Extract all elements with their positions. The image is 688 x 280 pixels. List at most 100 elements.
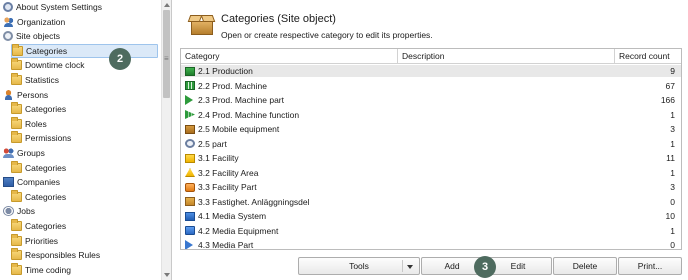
tree-item-label: Categories bbox=[25, 104, 67, 115]
category-name-cell: 2.1 Production bbox=[198, 66, 253, 76]
record-count-cell: 1 bbox=[670, 225, 675, 236]
category-name-cell: 2.5 part bbox=[198, 138, 227, 149]
chevron-down-icon[interactable] bbox=[407, 265, 413, 269]
step-badge-3: 3 bbox=[474, 256, 496, 278]
tree-item-label: Companies bbox=[17, 177, 60, 188]
category-name-cell: 2.2 Prod. Machine bbox=[198, 80, 267, 91]
groups-icon bbox=[3, 148, 14, 158]
tree-item[interactable]: About System Settings bbox=[3, 0, 102, 14]
users-icon bbox=[3, 16, 14, 27]
tree-item[interactable]: Categories bbox=[11, 102, 66, 116]
gear-icon bbox=[3, 2, 13, 12]
tools-dropdown-button[interactable]: Tools bbox=[298, 257, 420, 275]
folder-icon bbox=[11, 219, 22, 231]
tree-item-label: Permissions bbox=[25, 133, 72, 144]
record-count-cell: 1 bbox=[670, 138, 675, 149]
tree-item-label: Responsibles Rules bbox=[25, 250, 101, 261]
record-count-cell: 0 bbox=[670, 240, 675, 250]
panel-splitter[interactable] bbox=[163, 0, 171, 280]
table-row[interactable]: 4.2 Media Equipment 1 bbox=[181, 225, 681, 237]
anlaggningsdel-icon bbox=[185, 197, 195, 206]
table-row[interactable]: 2.5 part 1 bbox=[181, 138, 681, 150]
folder-icon bbox=[11, 248, 22, 261]
tree-item[interactable]: Groups bbox=[3, 146, 45, 160]
category-name-cell: 3.2 Facility Area bbox=[198, 167, 259, 178]
folder-icon bbox=[11, 73, 22, 85]
media-part-icon bbox=[185, 240, 193, 249]
table-row[interactable]: 2.3 Prod. Machine part 166 bbox=[181, 94, 681, 106]
category-name-cell: 2.4 Prod. Machine function bbox=[198, 109, 300, 120]
tree-item-label: Downtime clock bbox=[25, 60, 85, 71]
folder-icon bbox=[11, 116, 22, 129]
tree-item-label: Categories bbox=[26, 45, 68, 56]
tree-item[interactable]: Roles bbox=[11, 116, 47, 131]
folder-icon bbox=[11, 233, 22, 246]
persons-icon bbox=[3, 89, 14, 100]
table-row[interactable]: 4.1 Media System 10 bbox=[181, 210, 681, 222]
tree-item[interactable]: Statistics bbox=[11, 73, 59, 87]
navigation-tree: About System Settings Organization Site ob… bbox=[0, 0, 172, 280]
category-name-cell: 4.2 Media Equipment bbox=[198, 225, 279, 236]
table-row[interactable]: 2.5 Mobile equipment 3 bbox=[181, 123, 681, 135]
main-content: Categories (Site object) Open or create … bbox=[173, 0, 688, 280]
column-header-record-count[interactable]: Record count bbox=[615, 49, 681, 64]
tree-item[interactable]: Responsibles Rules bbox=[11, 248, 100, 262]
tree-item-label: About System Settings bbox=[16, 2, 102, 12]
tree-item-label: Roles bbox=[25, 118, 47, 129]
tree-item-label: Statistics bbox=[25, 75, 60, 85]
tree-item-label: Groups bbox=[17, 148, 45, 158]
folder-icon bbox=[11, 189, 22, 202]
category-name-cell: 3.3 Fastighet. Anläggningsdel bbox=[198, 196, 310, 207]
table-row[interactable]: 3.2 Facility Area 1 bbox=[181, 167, 681, 179]
table-row[interactable]: 2.4 Prod. Machine function 1 bbox=[181, 109, 681, 121]
tree-item[interactable]: Organization bbox=[3, 15, 65, 29]
page-description: Open or create respective category to ed… bbox=[221, 30, 433, 40]
category-name-cell: 4.3 Media Part bbox=[198, 240, 254, 250]
media-equipment-icon bbox=[185, 226, 195, 235]
tree-item[interactable]: Permissions bbox=[11, 131, 71, 145]
tree-item[interactable]: Categories bbox=[11, 189, 67, 204]
tree-item-label: Jobs bbox=[17, 206, 35, 217]
tree-item[interactable]: Downtime clock bbox=[11, 58, 85, 72]
delete-button[interactable]: Delete bbox=[553, 257, 617, 275]
tree-item[interactable]: Categories bbox=[11, 43, 158, 58]
box-icon bbox=[187, 12, 216, 36]
categories-grid: Category Description Record count 2.1 Pr… bbox=[180, 48, 682, 250]
tree-item[interactable]: Site objects bbox=[3, 29, 60, 43]
record-count-cell: 3 bbox=[670, 182, 675, 192]
tree-item[interactable]: Persons bbox=[3, 88, 48, 102]
production-icon bbox=[185, 66, 195, 76]
media-system-icon bbox=[185, 211, 195, 221]
tree-item[interactable]: Priorities bbox=[11, 233, 58, 248]
column-header-category[interactable]: Category bbox=[181, 49, 398, 64]
category-name-cell: 3.3 Facility Part bbox=[198, 182, 257, 192]
table-row[interactable]: 4.3 Media Part 0 bbox=[181, 239, 681, 250]
tree-item[interactable]: Jobs bbox=[3, 204, 35, 218]
tree-item[interactable]: Categories bbox=[11, 160, 67, 175]
record-count-cell: 10 bbox=[665, 211, 675, 221]
record-count-cell: 166 bbox=[660, 95, 675, 105]
tree-item-label: Organization bbox=[17, 16, 66, 27]
table-row[interactable]: 3.3 Facility Part 3 bbox=[181, 181, 681, 193]
splitter-grip-icon: ≡ bbox=[164, 54, 169, 63]
tools-button-label: Tools bbox=[349, 261, 369, 271]
tree-item-label: Categories bbox=[25, 162, 67, 173]
tree-item[interactable]: Categories bbox=[11, 219, 66, 233]
table-row[interactable]: 2.2 Prod. Machine 67 bbox=[181, 80, 681, 92]
table-row[interactable]: 2.1 Production 9 bbox=[181, 65, 681, 77]
tree-item[interactable]: Time coding bbox=[11, 262, 71, 277]
tree-item[interactable]: Companies bbox=[3, 175, 60, 189]
tree-item-label: Categories bbox=[25, 221, 67, 231]
tree-item-label: Categories bbox=[25, 191, 67, 202]
folder-icon bbox=[12, 43, 23, 56]
magnet-icon bbox=[3, 31, 13, 42]
folder-icon bbox=[11, 102, 22, 115]
print-button[interactable]: Print... bbox=[618, 257, 682, 275]
table-row[interactable]: 3.3 Fastighet. Anläggningsdel 0 bbox=[181, 196, 681, 208]
facility-part-icon bbox=[185, 182, 195, 192]
step-badge-2: 2 bbox=[109, 48, 131, 70]
tree-items: About System Settings Organization Site ob… bbox=[0, 0, 160, 280]
facility-area-icon bbox=[185, 168, 195, 177]
table-row[interactable]: 3.1 Facility 11 bbox=[181, 152, 681, 164]
column-header-description[interactable]: Description bbox=[398, 49, 615, 64]
